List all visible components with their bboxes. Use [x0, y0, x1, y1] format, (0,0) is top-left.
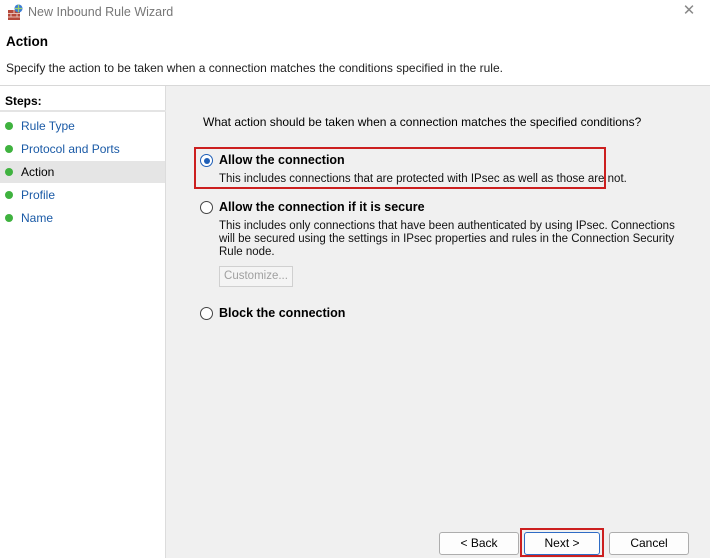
step-status-dot-icon [5, 214, 13, 222]
page-description: Specify the action to be taken when a co… [6, 61, 503, 75]
next-button[interactable]: Next > [524, 532, 600, 555]
close-icon: ✕ [682, 2, 696, 19]
step-status-dot-icon [5, 168, 13, 176]
step-label: Action [21, 165, 55, 179]
allow-if-secure-description-line-1: This includes only connections that have… [219, 220, 675, 232]
block-connection-label[interactable]: Block the connection [219, 306, 345, 320]
step-status-dot-icon [5, 191, 13, 199]
step-profile[interactable]: Profile [0, 184, 165, 206]
step-status-dot-icon [5, 145, 13, 153]
allow-connection-radio[interactable] [200, 154, 213, 167]
step-rule-type[interactable]: Rule Type [0, 115, 165, 137]
allow-if-secure-label[interactable]: Allow the connection if it is secure [219, 200, 425, 214]
wizard-header: Action Specify the action to be taken wh… [0, 26, 710, 86]
allow-connection-description: This includes connections that are prote… [219, 173, 627, 185]
step-label: Protocol and Ports [21, 142, 120, 156]
customize-button[interactable]: Customize... [219, 266, 293, 287]
step-status-dot-icon [5, 122, 13, 130]
step-name[interactable]: Name [0, 207, 165, 229]
allow-if-secure-description-line-3: Rule node. [219, 246, 275, 258]
allow-if-secure-description-line-2: will be secured using the settings in IP… [219, 233, 675, 245]
page-title: Action [6, 34, 48, 49]
main-content: What action should be taken when a conne… [167, 87, 710, 558]
allow-connection-label[interactable]: Allow the connection [219, 153, 345, 167]
action-question: What action should be taken when a conne… [203, 115, 642, 129]
block-connection-radio[interactable] [200, 307, 213, 320]
step-action[interactable]: Action [0, 161, 165, 183]
cancel-button[interactable]: Cancel [609, 532, 689, 555]
step-label: Rule Type [21, 119, 75, 133]
window-title: New Inbound Rule Wizard [28, 5, 174, 19]
back-button[interactable]: < Back [439, 532, 519, 555]
close-button[interactable]: ✕ [668, 0, 710, 24]
steps-panel: Steps: Rule Type Protocol and Ports Acti… [0, 86, 166, 558]
step-label: Name [21, 211, 54, 225]
firewall-icon [8, 4, 23, 20]
step-protocol-and-ports[interactable]: Protocol and Ports [0, 138, 165, 160]
steps-heading: Steps: [5, 94, 42, 108]
title-bar: New Inbound Rule Wizard ✕ [0, 0, 710, 26]
step-label: Profile [21, 188, 56, 202]
allow-if-secure-radio[interactable] [200, 201, 213, 214]
steps-divider [0, 110, 166, 112]
